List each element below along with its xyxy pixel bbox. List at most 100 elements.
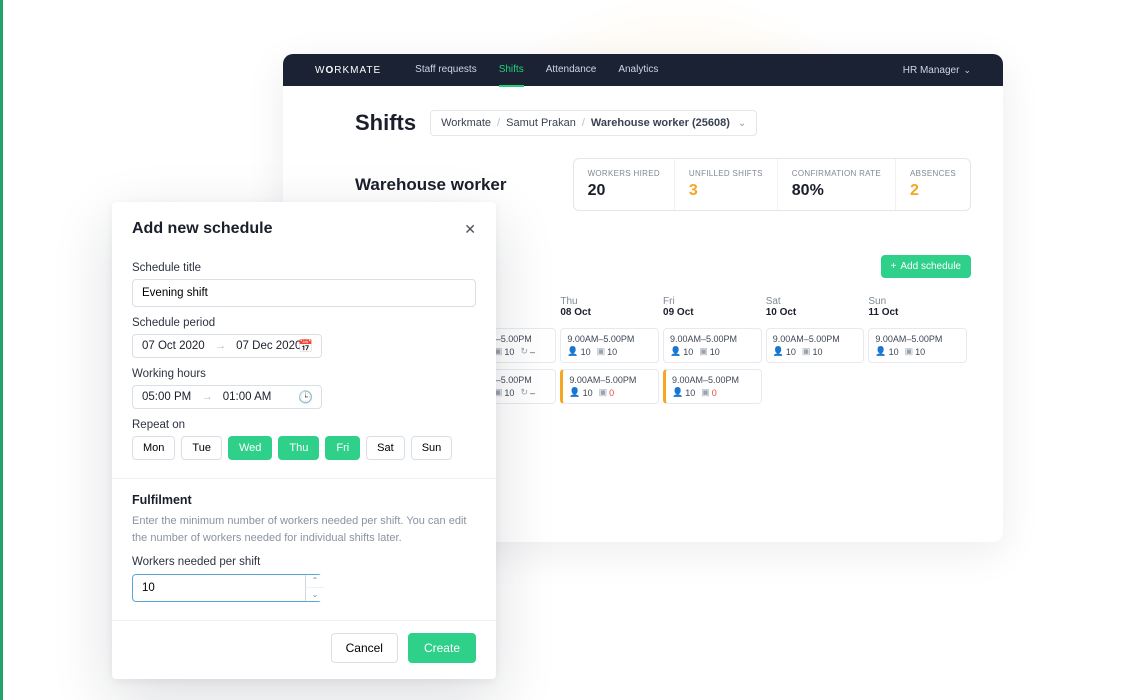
day-name: Thu (560, 296, 663, 307)
shift-card[interactable]: 9.00AM–5.00PM👤10▣10 (868, 328, 967, 363)
day-toggle-fri[interactable]: Fri (325, 436, 360, 460)
close-icon[interactable]: ✕ (464, 221, 476, 238)
nav-link-shifts[interactable]: Shifts (499, 54, 524, 87)
box-icon: ▣ (802, 346, 811, 357)
shift-card[interactable]: 9.00AM–5.00PM 👤10▣10 (663, 328, 762, 363)
box-icon: ▣ (597, 346, 606, 357)
person-icon: 👤 (773, 346, 784, 357)
working-hours-input[interactable]: 05:00 PM → 01:00 AM 🕒 (132, 385, 322, 409)
day-date: 09 Oct (663, 307, 766, 318)
schedule-period-field: Schedule period 07 Oct 2020 → 07 Dec 202… (132, 317, 476, 358)
logo: WORKMATE (315, 65, 381, 76)
shift-meta: 👤10▣0 (672, 387, 755, 398)
add-schedule-modal: Add new schedule ✕ Schedule title Schedu… (112, 202, 496, 679)
calendar-day-header: Thu08 Oct (560, 292, 663, 326)
shift-meta: 👤10▣0 (569, 387, 652, 398)
nav-link-attendance[interactable]: Attendance (546, 54, 597, 87)
nav-link-staff-requests[interactable]: Staff requests (415, 54, 477, 87)
create-button[interactable]: Create (408, 633, 476, 663)
person-icon: 👤 (567, 346, 578, 357)
breadcrumb-item: Samut Prakan (506, 117, 576, 129)
chevron-down-icon: ⌄ (963, 65, 971, 76)
schedule-title-field: Schedule title (132, 262, 476, 307)
day-date: 11 Oct (868, 307, 971, 318)
divider (112, 478, 496, 479)
schedule-title-label: Schedule title (132, 262, 476, 274)
refresh-icon: ↻ (520, 387, 528, 398)
shift-time: 9.00AM–5.00PM (670, 334, 755, 344)
breadcrumb-sep: / (582, 117, 585, 129)
day-toggle-thu[interactable]: Thu (278, 436, 319, 460)
user-menu[interactable]: HR Manager ⌄ (903, 65, 971, 76)
period-from-value: 07 Oct 2020 (142, 340, 205, 352)
nav-link-analytics[interactable]: Analytics (618, 54, 658, 87)
add-schedule-button[interactable]: + Add schedule (881, 255, 971, 278)
day-toggle-tue[interactable]: Tue (181, 436, 222, 460)
kpi-group: Workers Hired20Unfilled Shifts3Confirmat… (573, 158, 971, 211)
schedule-period-input[interactable]: 07 Oct 2020 → 07 Dec 2020 📅 (132, 334, 322, 358)
modal-title: Add new schedule (132, 220, 464, 238)
logo-text-2: RKMATE (334, 65, 381, 76)
person-icon: 👤 (875, 346, 886, 357)
page-header: Shifts Workmate / Samut Prakan / Warehou… (355, 110, 971, 136)
breadcrumb[interactable]: Workmate / Samut Prakan / Warehouse work… (430, 110, 757, 136)
shift-card[interactable]: 9.00AM–5.00PM 👤10▣10 (766, 328, 865, 363)
kpi-value: 3 (689, 182, 763, 200)
stepper-down-button[interactable]: ⌄ (306, 588, 324, 601)
box-icon: ▣ (905, 346, 914, 357)
repeat-on-label: Repeat on (132, 419, 476, 431)
shift-card[interactable]: 9.00AM–5.00PM👤10▣10 (560, 328, 659, 363)
stepper-up-button[interactable]: ⌃ (306, 575, 324, 588)
day-toggle-sun[interactable]: Sun (411, 436, 453, 460)
calendar-cell: 9.00AM–5.00PM👤10▣10 (868, 328, 971, 367)
day-toggle-sat[interactable]: Sat (366, 436, 405, 460)
fulfilment-heading: Fulfilment (132, 493, 476, 507)
shift-card[interactable]: 9.00AM–5.00PM👤10▣0 (560, 369, 659, 404)
refresh-icon: ↻ (520, 346, 528, 357)
shift-time: 9.00AM–5.00PM (773, 334, 858, 344)
box-icon: ▣ (701, 387, 710, 398)
kpi-value: 20 (588, 182, 660, 200)
period-to-value: 07 Dec 2020 (236, 340, 301, 352)
workers-needed-stepper[interactable]: ⌃ ⌄ (132, 574, 322, 602)
day-date: 08 Oct (560, 307, 663, 318)
shift-time: 9.00AM–5.00PM (875, 334, 960, 344)
schedule-title-input[interactable] (132, 279, 476, 307)
day-date: 10 Oct (766, 307, 869, 318)
day-toggle-mon[interactable]: Mon (132, 436, 175, 460)
hours-to-value: 01:00 AM (223, 391, 272, 403)
shift-meta: 👤10▣10 (670, 346, 755, 357)
modal-header: Add new schedule ✕ (112, 202, 496, 242)
shift-meta: 👤10▣10 (773, 346, 858, 357)
workers-needed-field: Workers needed per shift ⌃ ⌄ (132, 556, 476, 602)
box-icon: ▣ (599, 387, 608, 398)
top-nav: WORKMATE Staff requests Shifts Attendance A… (283, 54, 1003, 86)
workers-needed-input[interactable] (133, 575, 305, 601)
kpi-value: 2 (910, 182, 956, 200)
shift-meta: 👤10▣10 (567, 346, 652, 357)
modal-footer: Cancel Create (112, 620, 496, 679)
kpi-label: Absences (910, 169, 956, 178)
calendar-cell: 9.00AM–5.00PM👤10▣0 (560, 369, 663, 408)
working-hours-field: Working hours 05:00 PM → 01:00 AM 🕒 (132, 368, 476, 409)
modal-body: Schedule title Schedule period 07 Oct 20… (112, 242, 496, 620)
cancel-button[interactable]: Cancel (331, 633, 398, 663)
person-icon: 👤 (672, 387, 683, 398)
fulfilment-help-text: Enter the minimum number of workers need… (132, 513, 476, 546)
person-icon: 👤 (670, 346, 681, 357)
kpi-value: 80% (792, 182, 881, 200)
chevron-down-icon: ⌄ (738, 118, 746, 129)
arrow-right-icon: → (215, 340, 227, 352)
calendar-day-header: Sun11 Oct (868, 292, 971, 326)
person-icon: 👤 (569, 387, 580, 398)
schedule-period-label: Schedule period (132, 317, 476, 329)
calendar-cell (766, 369, 869, 408)
calendar-cell (868, 369, 971, 408)
day-name: Fri (663, 296, 766, 307)
day-toggle-wed[interactable]: Wed (228, 436, 272, 460)
calendar-day-header: Fri09 Oct (663, 292, 766, 326)
kpi-label: Unfilled Shifts (689, 169, 763, 178)
workers-needed-label: Workers needed per shift (132, 556, 476, 568)
shift-card[interactable]: 9.00AM–5.00PM👤10▣0 (663, 369, 762, 404)
breadcrumb-item: Warehouse worker (25608) (591, 117, 730, 129)
